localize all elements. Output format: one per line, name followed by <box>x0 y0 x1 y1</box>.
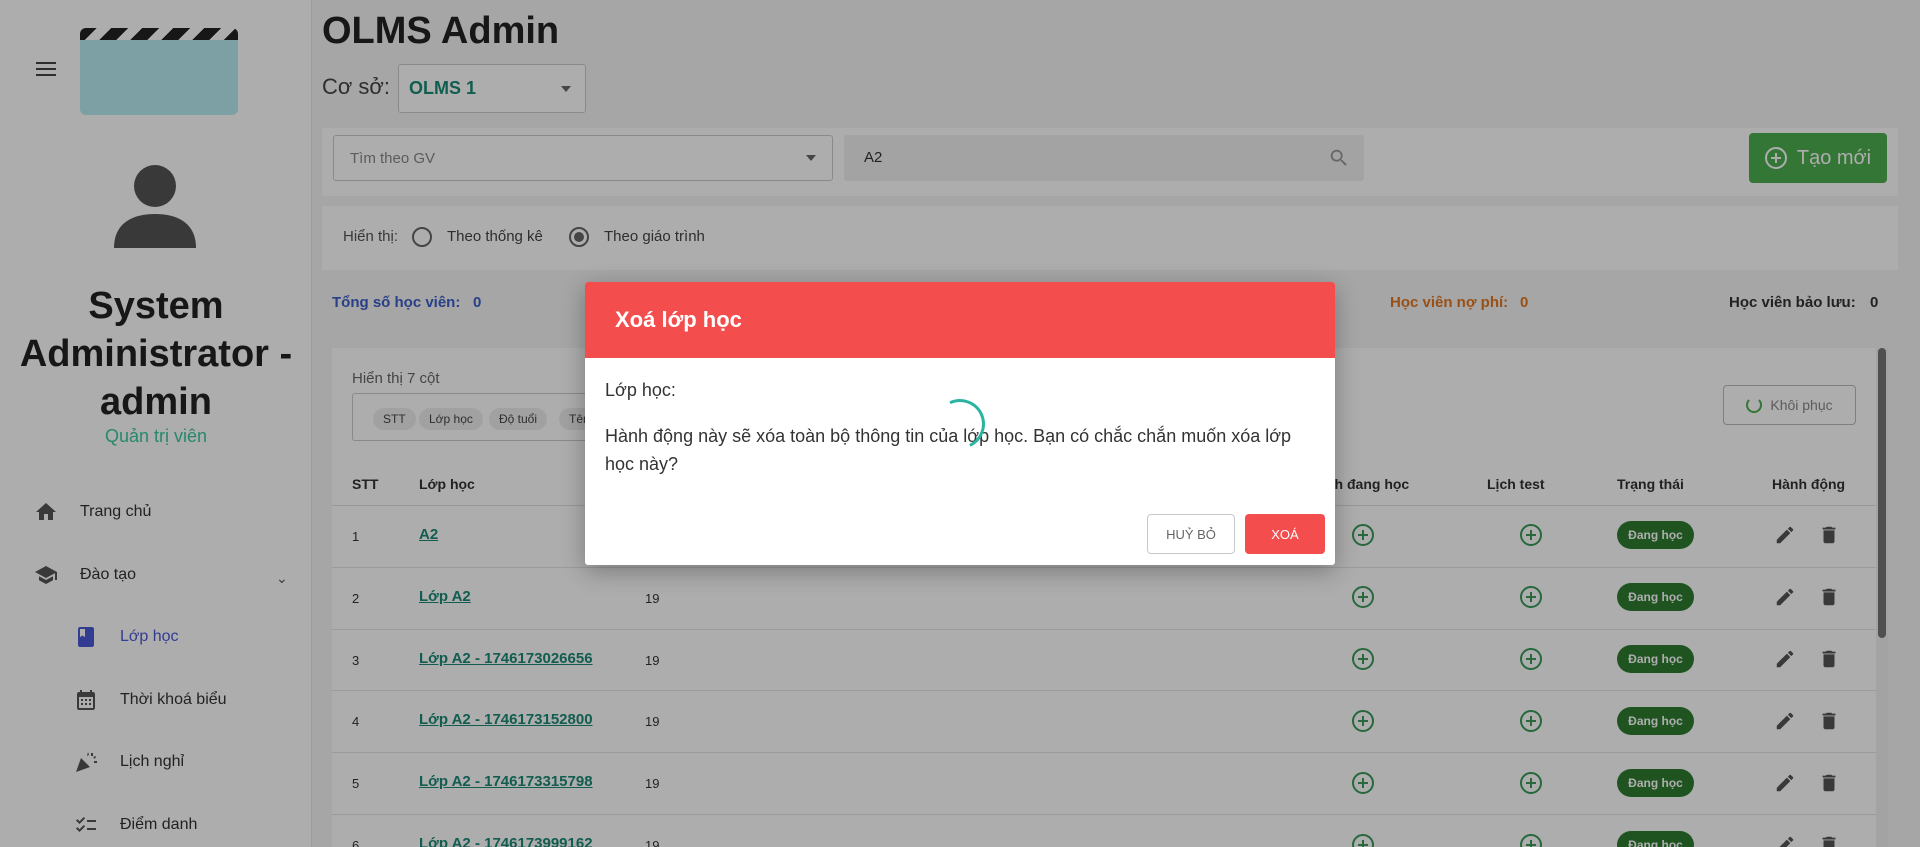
dialog-title: Xoá lớp học <box>615 307 742 332</box>
delete-class-dialog: Xoá lớp học Lớp học: Hành động này sẽ xó… <box>585 282 1335 565</box>
dialog-class-label: Lớp học: <box>605 380 676 400</box>
dialog-header: Xoá lớp học <box>585 282 1335 358</box>
cancel-button[interactable]: HUỶ BỎ <box>1147 514 1235 554</box>
confirm-delete-button[interactable]: XOÁ <box>1245 514 1325 554</box>
